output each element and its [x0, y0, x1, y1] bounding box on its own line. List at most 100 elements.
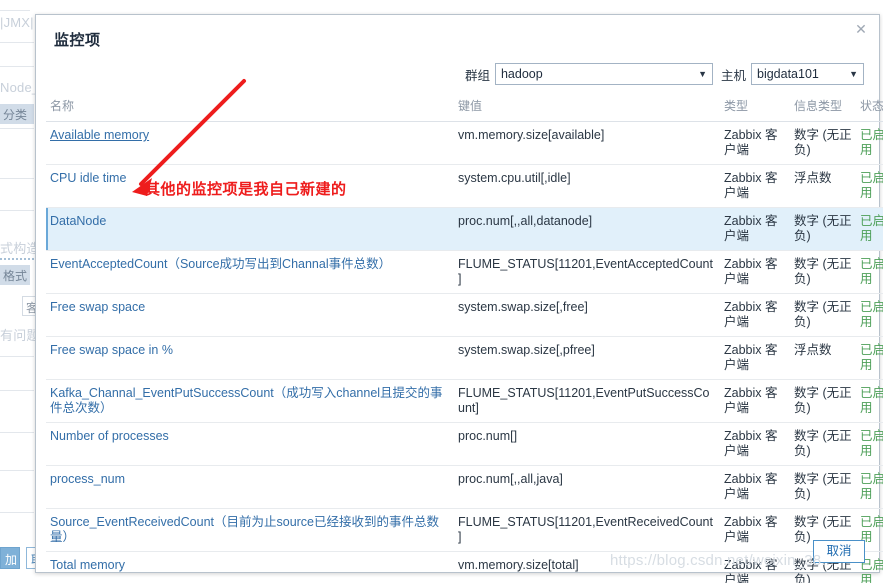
- cell-state: 已启用: [856, 293, 883, 337]
- host-filter: 主机 bigdata101 ▼: [721, 63, 864, 85]
- cell-info: 数字 (无正负): [790, 121, 856, 165]
- bg-chip: 分类: [0, 104, 34, 124]
- table-row[interactable]: Number of processes proc.num[] Zabbix 客户端数…: [46, 422, 883, 466]
- bg-chip: 格式: [0, 265, 30, 285]
- cell-info: 数字 (无正负): [790, 422, 856, 466]
- table-row[interactable]: process_num proc.num[,,all,java] Zabbix 客户…: [46, 465, 883, 509]
- cell-info: 数字 (无正负): [790, 379, 856, 423]
- column-header-state: 状态: [856, 93, 883, 122]
- bg-text-fragment: Node_: [0, 80, 40, 95]
- item-name-link[interactable]: Kafka_Channal_EventPutSuccessCount（成功写入c…: [50, 386, 443, 415]
- cell-key-text: system.swap.size[,pfree]: [458, 343, 595, 357]
- cell-type-text: Zabbix 客户端: [724, 515, 778, 544]
- bg-divider: [0, 470, 34, 471]
- group-select[interactable]: hadoop ▼: [494, 63, 713, 85]
- dialog-title: 监控项: [54, 32, 101, 49]
- cell-name: process_num: [46, 465, 454, 509]
- cell-key: vm.memory.size[available]: [454, 121, 720, 165]
- item-name-link[interactable]: DataNode: [50, 214, 106, 228]
- items-table-container: 名称 键值 类型 信息类型 状态 Available memory vm.memo…: [46, 93, 883, 583]
- bg-divider: [0, 210, 34, 211]
- cell-name: Total memory: [46, 551, 454, 583]
- cell-key: FLUME_STATUS[11201,EventAcceptedCount]: [454, 250, 720, 294]
- bg-divider: [0, 10, 30, 11]
- table-row[interactable]: Free swap space system.swap.size[,free] Za…: [46, 293, 883, 337]
- cell-state: 已启用: [856, 207, 883, 251]
- cell-type-text: Zabbix 客户端: [724, 558, 778, 583]
- cell-key: proc.num[,,all,datanode]: [454, 207, 720, 251]
- cell-info: 数字 (无正负): [790, 207, 856, 251]
- cell-type-text: Zabbix 客户端: [724, 300, 778, 329]
- item-name-link[interactable]: process_num: [50, 472, 125, 486]
- host-select-value: bigdata101: [757, 67, 819, 81]
- item-name-link[interactable]: Free swap space: [50, 300, 145, 314]
- cell-key: vm.memory.size[total]: [454, 551, 720, 583]
- cell-type-text: Zabbix 客户端: [724, 429, 778, 458]
- filter-bar: 群组 hadoop ▼ 主机 bigdata101 ▼: [465, 63, 864, 85]
- cell-state: 已启用: [856, 121, 883, 165]
- cell-state-text: 已启用: [860, 429, 883, 458]
- cancel-button[interactable]: 取消: [813, 540, 865, 563]
- item-name-link[interactable]: Free swap space in %: [50, 343, 173, 357]
- cell-type: Zabbix 客户端: [720, 250, 790, 294]
- cell-info-text: 数字 (无正负): [794, 257, 852, 286]
- table-row[interactable]: EventAcceptedCount（Source成功写出到Channal事件总…: [46, 250, 883, 294]
- column-header-name: 名称: [46, 93, 454, 122]
- cell-key: system.swap.size[,free]: [454, 293, 720, 337]
- cell-info-text: 数字 (无正负): [794, 386, 852, 415]
- table-row[interactable]: Source_EventReceivedCount（目前为止source已经接收…: [46, 508, 883, 552]
- table-row[interactable]: DataNode proc.num[,,all,datanode] Zabbix 客…: [46, 207, 883, 251]
- cell-info-text: 数字 (无正负): [794, 472, 852, 501]
- bg-divider: [0, 512, 34, 513]
- item-name-link[interactable]: EventAcceptedCount（Source成功写出到Channal事件总…: [50, 257, 391, 271]
- host-select[interactable]: bigdata101 ▼: [751, 63, 864, 85]
- cell-type-text: Zabbix 客户端: [724, 472, 778, 501]
- bg-divider: [0, 432, 34, 433]
- cell-type: Zabbix 客户端: [720, 551, 790, 583]
- close-icon[interactable]: ✕: [853, 21, 869, 37]
- cell-key-text: vm.memory.size[total]: [458, 558, 579, 572]
- cell-info: 数字 (无正负): [790, 250, 856, 294]
- cell-key-text: FLUME_STATUS[11201,EventAcceptedCount]: [458, 257, 713, 286]
- item-name-link[interactable]: Total memory: [50, 558, 125, 572]
- cell-key-text: FLUME_STATUS[11201,EventPutSuccessCount]: [458, 386, 710, 415]
- table-row[interactable]: Available memory vm.memory.size[available…: [46, 121, 883, 165]
- table-row[interactable]: Kafka_Channal_EventPutSuccessCount（成功写入c…: [46, 379, 883, 423]
- cell-info-text: 数字 (无正负): [794, 429, 852, 458]
- group-filter-label: 群组: [464, 68, 490, 83]
- item-name-link[interactable]: CPU idle time: [50, 171, 126, 185]
- table-row[interactable]: Free swap space in % system.swap.size[,pf…: [46, 336, 883, 380]
- cell-type-text: Zabbix 客户端: [724, 257, 778, 286]
- cell-type-text: Zabbix 客户端: [724, 343, 778, 372]
- screen: |JMX| Node_ 式构造器 有问题 分类 格式 客 加 取 ✕ 监控项 群…: [0, 0, 883, 583]
- cell-info: 数字 (无正负): [790, 293, 856, 337]
- cell-key-text: system.swap.size[,free]: [458, 300, 588, 314]
- cell-key: proc.num[,,all,java]: [454, 465, 720, 509]
- bg-divider: [0, 42, 34, 43]
- group-select-value: hadoop: [500, 67, 543, 81]
- cell-type: Zabbix 客户端: [720, 207, 790, 251]
- item-name-link[interactable]: Available memory: [50, 128, 149, 142]
- cell-type: Zabbix 客户端: [720, 164, 790, 208]
- bg-divider: [0, 390, 34, 391]
- cell-name: Kafka_Channal_EventPutSuccessCount（成功写入c…: [46, 379, 454, 423]
- chevron-down-icon: ▼: [698, 69, 707, 79]
- cell-name: Free swap space in %: [46, 336, 454, 380]
- bg-dotted-divider: [0, 258, 34, 260]
- cell-type-text: Zabbix 客户端: [724, 128, 778, 157]
- cell-type: Zabbix 客户端: [720, 379, 790, 423]
- cell-name: EventAcceptedCount（Source成功写出到Channal事件总…: [46, 250, 454, 294]
- cell-type: Zabbix 客户端: [720, 293, 790, 337]
- cell-info: 浮点数: [790, 164, 856, 208]
- item-name-link[interactable]: Number of processes: [50, 429, 169, 443]
- cell-info-text: 数字 (无正负): [794, 128, 852, 157]
- table-row[interactable]: Total memory vm.memory.size[total] Zabbix …: [46, 551, 883, 583]
- item-name-link[interactable]: Source_EventReceivedCount（目前为止source已经接收…: [50, 515, 439, 544]
- cell-state: 已启用: [856, 422, 883, 466]
- cell-info-text: 浮点数: [794, 343, 832, 357]
- cell-key-text: system.cpu.util[,idle]: [458, 171, 571, 185]
- bg-divider: [0, 178, 34, 179]
- cell-state: 已启用: [856, 336, 883, 380]
- cell-type: Zabbix 客户端: [720, 508, 790, 552]
- cell-state: 已启用: [856, 250, 883, 294]
